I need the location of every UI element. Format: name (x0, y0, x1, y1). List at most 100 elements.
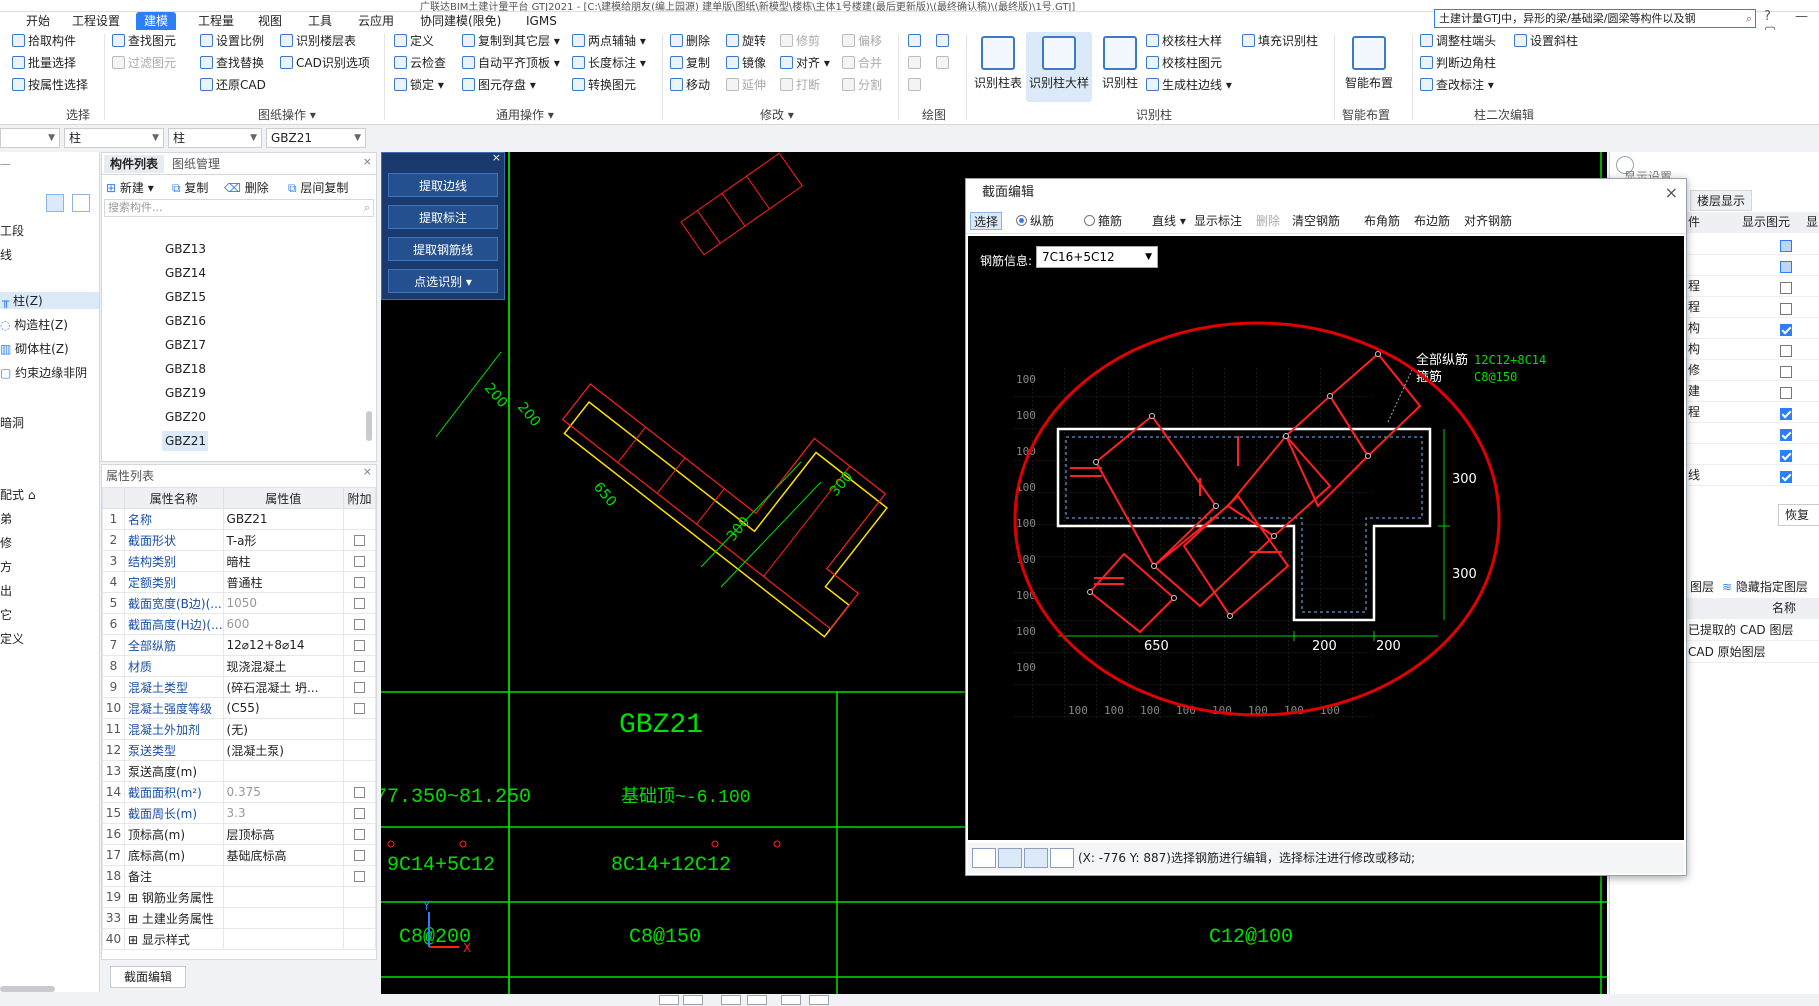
tab-quantity[interactable]: 工程量 (190, 12, 242, 30)
line-draw-button[interactable] (908, 54, 924, 72)
list-item[interactable]: GBZ17 (162, 335, 342, 355)
table-row[interactable]: 5 截面宽度(B边)(... 1050 (102, 592, 376, 614)
list-item[interactable]: GBZ14 (162, 263, 342, 283)
rotate-point-button[interactable] (936, 32, 952, 50)
nav-item-d[interactable]: 出 (0, 582, 12, 599)
list-item-selected[interactable]: GBZ21 (162, 431, 208, 451)
list-item[interactable]: GBZ20 (162, 407, 342, 427)
tab-cloud[interactable]: 云应用 (350, 12, 402, 30)
move-button[interactable]: 移动 (670, 76, 710, 94)
element-save-button[interactable]: 图元存盘 ▾ (462, 76, 536, 94)
component-select[interactable]: GBZ21 ▼ (266, 128, 366, 148)
adjust-column-end-button[interactable]: 调整柱端头 (1420, 32, 1496, 50)
judge-corner-column-button[interactable]: 判断边角柱 (1420, 54, 1496, 72)
lock-button[interactable]: 锁定 ▾ (394, 76, 444, 94)
table-row[interactable]: 4 定额类别 普通柱 (102, 571, 376, 593)
table-row[interactable]: 17 底标高(m) 基础底标高 (102, 844, 376, 866)
property-value[interactable]: 600 (222, 613, 345, 635)
table-row[interactable]: 40 ⊞ 显示样式 (102, 928, 376, 950)
find-replace-button[interactable]: 查找替换 (200, 54, 264, 72)
floor-copy-button[interactable]: ⧉ 层间复制 (288, 179, 348, 196)
floor-select[interactable]: ▼ (0, 128, 60, 148)
view-icon[interactable] (683, 995, 703, 1005)
break-button[interactable]: 打断 (780, 76, 820, 94)
delete-button[interactable]: 删除 (670, 32, 710, 50)
align-rebar-button[interactable]: 对齐钢筋 (1464, 212, 1512, 230)
add-snap-button[interactable] (1050, 848, 1074, 868)
tab-component-list[interactable]: 构件列表 (104, 155, 165, 173)
set-slant-column-button[interactable]: 设置斜柱 (1514, 32, 1578, 50)
tab-start[interactable]: 开始 (18, 12, 58, 30)
table-row[interactable]: 6 截面高度(H边)(... 600 (102, 613, 376, 635)
line-snap-button[interactable] (998, 848, 1022, 868)
two-point-axis-button[interactable]: 两点辅轴 ▾ (572, 32, 646, 50)
new-component-button[interactable]: ⊞ 新建 ▾ (106, 179, 154, 196)
property-value[interactable]: 1050 (222, 592, 345, 614)
section-edit-tab[interactable]: 截面编辑 (110, 966, 186, 988)
detail-view-icon[interactable] (72, 194, 90, 212)
tab-view[interactable]: 视图 (250, 12, 290, 30)
recognize-column-detail-button[interactable]: 识别柱大样 (1026, 32, 1092, 102)
merge-button[interactable]: 合并 (842, 54, 882, 72)
property-value[interactable]: 层顶标高 (222, 823, 345, 845)
hide-layer-button[interactable]: ≋ 隐藏指定图层 (1722, 578, 1808, 595)
property-value[interactable] (222, 760, 345, 782)
nav-item-prefab[interactable]: 配式 ⌂ (0, 486, 35, 503)
mirror-button[interactable]: 镜像 (726, 54, 766, 72)
type-select[interactable]: 柱 ▼ (168, 128, 262, 148)
line-mode-dropdown[interactable]: 直线 ▾ (1152, 212, 1186, 230)
fill-recognize-column-button[interactable]: 填充识别柱 (1242, 32, 1318, 50)
view-icon[interactable] (747, 995, 767, 1005)
recognize-column-button[interactable]: 识别柱 (1094, 32, 1146, 102)
table-row[interactable]: 16 顶标高(m) 层顶标高 (102, 823, 376, 845)
table-row[interactable]: 33 ⊞ 土建业务属性 (102, 907, 376, 929)
auto-align-slab-button[interactable]: 自动平齐顶板 ▾ (462, 54, 560, 72)
stirrup-radio[interactable]: 箍筋 (1084, 212, 1122, 230)
corner-rebar-button[interactable]: 布角筋 (1364, 212, 1400, 230)
point-recognize-button[interactable]: 点选识别 ▾ (388, 269, 498, 293)
copy-button[interactable]: 复制 (670, 54, 710, 72)
cloud-check-button[interactable]: 云检查 (394, 54, 446, 72)
tab-modeling[interactable]: 建模 (136, 12, 177, 30)
recognize-column-table-button[interactable]: 识别柱表 (972, 32, 1024, 102)
extra-checkbox[interactable] (354, 703, 365, 714)
extra-checkbox[interactable] (354, 787, 365, 798)
list-item[interactable]: GBZ16 (162, 311, 342, 331)
display-row-checkbox[interactable] (1780, 469, 1792, 490)
extra-checkbox[interactable] (354, 661, 365, 672)
filter-element-button[interactable]: 过滤图元 (112, 54, 176, 72)
rect-draw-button[interactable] (936, 54, 952, 72)
nav-item-masonry-column[interactable]: ▥ 砌体柱(Z) (0, 340, 69, 357)
property-value[interactable] (222, 865, 345, 887)
copy-to-floor-button[interactable]: 复制到其它层 ▾ (462, 32, 560, 50)
list-item[interactable]: GBZ15 (162, 287, 342, 307)
table-row[interactable]: 10 混凝土强度等级 (C55) (102, 697, 376, 719)
select-tool-button[interactable]: 选择 (970, 212, 1003, 230)
property-value[interactable] (222, 886, 345, 908)
property-value[interactable]: 暗柱 (222, 550, 345, 572)
split-button[interactable]: 分割 (842, 76, 882, 94)
batch-select-button[interactable]: 批量选择 (12, 54, 76, 72)
property-value[interactable]: GBZ21 (222, 508, 345, 530)
table-row[interactable]: 18 备注 (102, 865, 376, 887)
side-rebar-button[interactable]: 布边筋 (1414, 212, 1450, 230)
point-draw-button[interactable] (908, 32, 924, 50)
nav-item-edge-constraint[interactable]: ▢ 约束边缘非阴 (0, 364, 87, 381)
table-row[interactable]: 13 泵送高度(m) (102, 760, 376, 782)
tab-igms[interactable]: IGMS (518, 12, 565, 30)
tab-project-settings[interactable]: 工程设置 (64, 12, 128, 30)
table-row[interactable]: 7 全部纵筋 12⌀12+8⌀14 (102, 634, 376, 656)
tab-floor-display[interactable]: 楼层显示 (1690, 190, 1753, 211)
restore-cad-button[interactable]: 还原CAD (200, 76, 266, 94)
extra-checkbox[interactable] (354, 850, 365, 861)
property-value[interactable]: 12⌀12+8⌀14 (222, 634, 345, 656)
tab-tools[interactable]: 工具 (300, 12, 340, 30)
left-scrollbar[interactable] (0, 986, 55, 992)
table-row[interactable]: 3 结构类别 暗柱 (102, 550, 376, 572)
set-scale-button[interactable]: 设置比例 (200, 32, 264, 50)
extend-button[interactable]: 延伸 (726, 76, 766, 94)
list-item[interactable]: GBZ13 (162, 239, 342, 259)
property-value[interactable]: (混凝土泵) (222, 739, 345, 761)
property-value[interactable] (222, 907, 345, 929)
list-view-icon[interactable] (46, 194, 64, 212)
